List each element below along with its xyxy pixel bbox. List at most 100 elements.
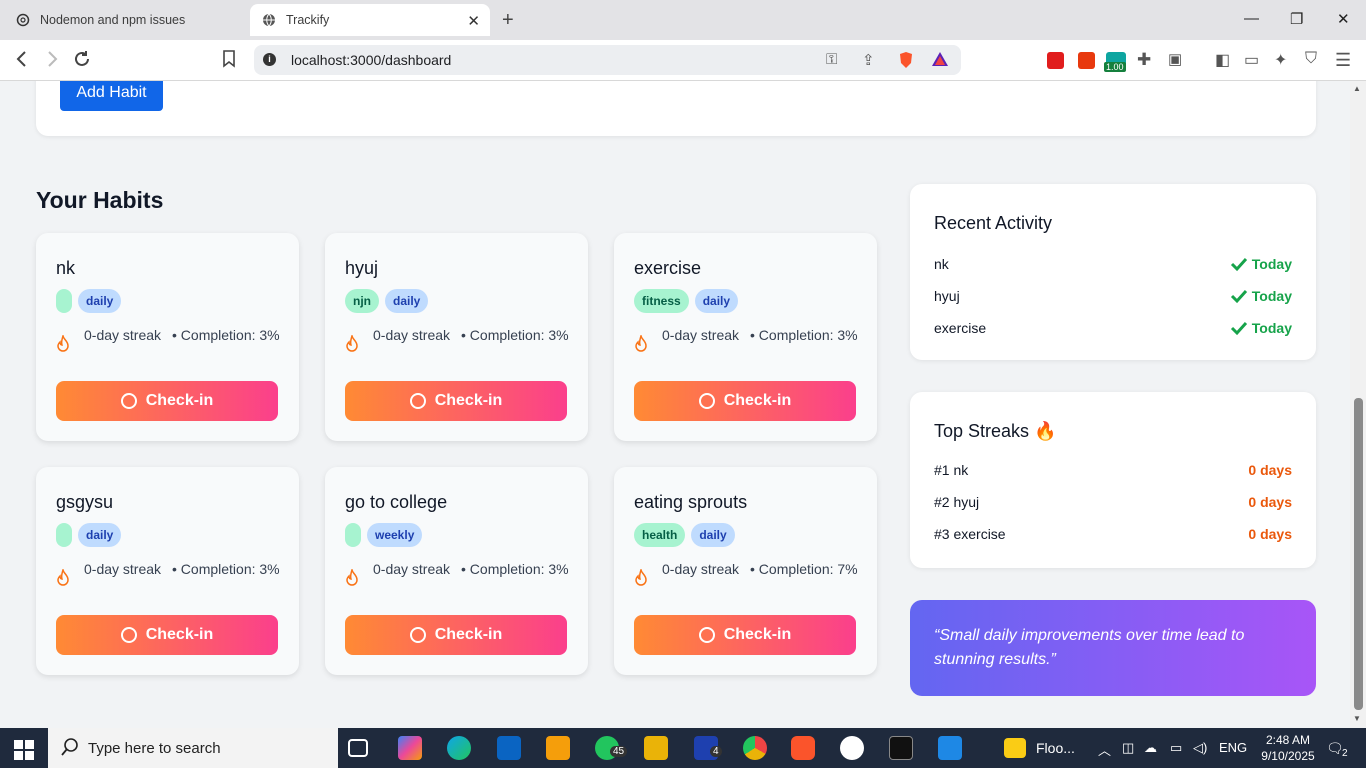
vscode-icon[interactable]	[938, 736, 962, 760]
check-icon	[1230, 321, 1248, 336]
category-tag: fitness	[634, 289, 689, 313]
sidebar-icon[interactable]: ◧	[1215, 50, 1230, 70]
volume-icon[interactable]: ◁)	[1193, 740, 1207, 756]
key-icon[interactable]: ⚿	[826, 51, 837, 68]
new-tab-icon[interactable]: +	[502, 9, 514, 32]
check-in-label: Check-in	[145, 626, 214, 643]
habit-name: go to college	[345, 492, 448, 512]
share-icon[interactable]: ⇪	[862, 51, 875, 69]
check-in-label: Check-in	[145, 392, 214, 409]
chrome-icon[interactable]	[743, 736, 767, 760]
check-in-button[interactable]: Check-in	[345, 381, 567, 421]
reading-list-icon[interactable]: ▣	[1168, 50, 1182, 68]
habit-name: hyuj	[345, 258, 379, 278]
streak-value: 0 days	[1248, 462, 1292, 478]
check-in-button[interactable]: Check-in	[56, 615, 278, 655]
habit-tags: fitness daily	[634, 289, 739, 313]
tab-title: Nodemon and npm issues	[40, 13, 186, 27]
pdf-extension-icon[interactable]	[1047, 52, 1064, 69]
edge-icon[interactable]	[447, 736, 471, 760]
extension-icon[interactable]	[1078, 52, 1095, 69]
top-streaks-title: Top Streaks 🔥	[934, 421, 1057, 441]
completion-text: • Completion: 3%	[461, 327, 569, 343]
mongodb-icon[interactable]	[840, 736, 864, 760]
flame-icon	[346, 569, 358, 586]
vpn-icon[interactable]: ⛉	[1305, 50, 1317, 68]
url-text[interactable]: localhost:3000/dashboard	[291, 52, 451, 68]
forward-icon[interactable]	[44, 50, 60, 74]
habit-stats: 0-day streak • Completion: 3%	[634, 325, 864, 367]
close-tab-icon[interactable]: ✕	[467, 12, 480, 30]
frequency-tag: daily	[385, 289, 429, 313]
store-icon[interactable]	[546, 736, 570, 760]
check-icon	[1230, 257, 1248, 272]
windows-start-icon[interactable]	[14, 740, 34, 765]
network-icon[interactable]: ☁	[1144, 740, 1157, 756]
completion-text: • Completion: 3%	[750, 327, 858, 343]
habit-card: gsgysu daily 0-day streak • Completion: 3% C…	[36, 467, 299, 675]
back-icon[interactable]	[14, 50, 30, 74]
habits-heading: Your Habits	[36, 187, 164, 213]
terminal-icon[interactable]	[889, 736, 913, 760]
site-info-icon[interactable]: i	[263, 53, 276, 66]
habit-name: gsgysu	[56, 492, 114, 512]
wallet-icon[interactable]: ▭	[1244, 50, 1259, 70]
puzzle-icon[interactable]: ✚	[1137, 50, 1151, 70]
tray-app-icon[interactable]: ◫	[1122, 740, 1134, 756]
restore-icon[interactable]: ❐	[1290, 10, 1303, 28]
brave-icon[interactable]	[791, 736, 815, 760]
streak-value: 0 days	[1248, 494, 1292, 510]
leo-icon[interactable]: ✦	[1274, 50, 1287, 70]
add-habit-button[interactable]: Add Habit	[60, 81, 163, 111]
warning-app-icon[interactable]	[1004, 738, 1026, 758]
search-placeholder: Type here to search	[88, 740, 221, 757]
file-explorer-icon[interactable]	[644, 736, 668, 760]
minimize-icon[interactable]: —	[1244, 10, 1259, 27]
scrollbar-thumb[interactable]	[1354, 398, 1363, 710]
frequency-tag: weekly	[367, 523, 423, 547]
clock-date: 9/10/2025	[1261, 749, 1315, 763]
category-tag	[56, 523, 72, 547]
reload-icon[interactable]	[73, 50, 91, 74]
habit-stats: 0-day streak • Completion: 7%	[634, 559, 864, 601]
address-bar[interactable]: i localhost:3000/dashboard ⚿ ⇪	[254, 45, 961, 75]
page-viewport: Add Habit Your Habits nk daily 0-day strea…	[0, 81, 1350, 728]
scroll-up-icon[interactable]: ▲	[1353, 84, 1361, 93]
streak-row: #3 exercise 0 days	[934, 525, 1292, 545]
circle-icon	[120, 627, 137, 643]
brave-shield-icon[interactable]	[898, 51, 914, 73]
habit-tags: health daily	[634, 523, 735, 547]
streak-rank: #1 nk	[934, 462, 969, 478]
flame-icon	[635, 569, 647, 586]
completion-text: • Completion: 3%	[172, 327, 280, 343]
tab-nodemon[interactable]: Nodemon and npm issues	[0, 0, 248, 40]
bookmark-icon[interactable]	[222, 50, 236, 74]
scroll-down-icon[interactable]: ▼	[1353, 714, 1361, 723]
check-in-button[interactable]: Check-in	[634, 615, 856, 655]
outlook-icon[interactable]	[497, 736, 521, 760]
close-window-icon[interactable]: ✕	[1337, 10, 1350, 28]
check-in-button[interactable]: Check-in	[634, 381, 856, 421]
brave-rewards-icon[interactable]	[931, 51, 949, 71]
clock[interactable]: 2:48 AM 9/10/2025	[1256, 732, 1320, 764]
habit-name: exercise	[634, 258, 702, 278]
task-view-icon[interactable]	[348, 739, 368, 757]
habit-name: nk	[56, 258, 76, 278]
frequency-tag: daily	[691, 523, 735, 547]
tab-trackify[interactable]: Trackify ✕	[250, 4, 490, 36]
battery-icon[interactable]: ▭	[1170, 740, 1182, 756]
category-tag: health	[634, 523, 686, 547]
openai-icon	[16, 13, 30, 27]
streak-row: #2 hyuj 0 days	[934, 493, 1292, 513]
tray-chevron-icon[interactable]: ︿	[1098, 740, 1111, 759]
language-indicator[interactable]: ENG	[1219, 740, 1247, 755]
check-in-button[interactable]: Check-in	[56, 381, 278, 421]
menu-icon[interactable]: ☰	[1335, 50, 1351, 71]
activity-status: Today	[1251, 256, 1292, 272]
activity-row: hyuj Today	[934, 287, 1292, 307]
copilot-icon[interactable]	[398, 736, 422, 760]
check-in-button[interactable]: Check-in	[345, 615, 567, 655]
habit-name: eating sprouts	[634, 492, 748, 512]
pinned-app-label[interactable]: Floo...	[1036, 740, 1075, 756]
taskbar-search[interactable]: Type here to search	[48, 728, 338, 768]
